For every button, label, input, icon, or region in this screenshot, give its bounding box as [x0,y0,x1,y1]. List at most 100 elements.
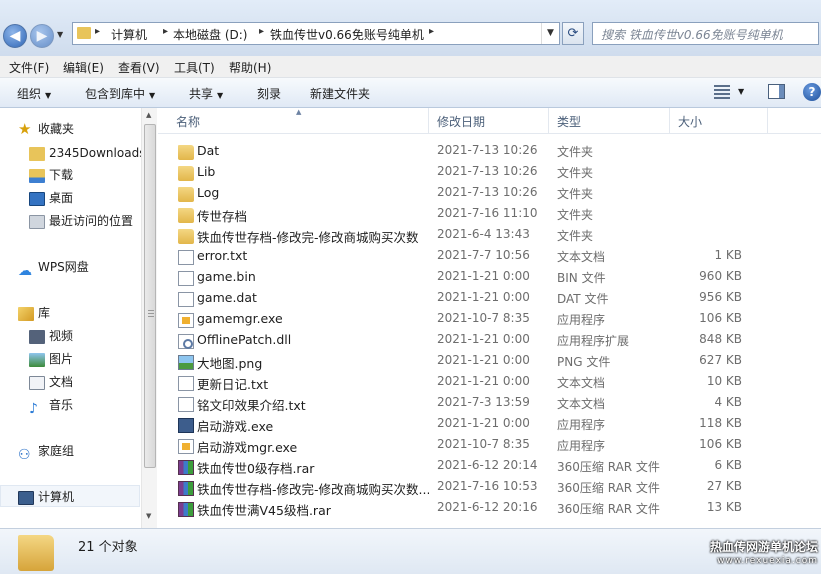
file-type: 文件夹 [557,145,594,159]
chevron-right-icon[interactable]: ▸ [429,26,434,37]
file-list: ▲ 名称 修改日期 类型 大小 Dat 2021-7-13 10:26 文件夹 Lib… [158,108,821,528]
recent-places-icon [29,214,45,229]
organize-button[interactable]: 组织 ▼ [17,85,51,102]
chevron-right-icon[interactable]: ▸ [95,26,100,37]
menu-file[interactable]: 文件(F) [9,59,49,76]
scroll-up-arrow[interactable]: ▲ [146,111,151,119]
star-icon: ★ [18,119,32,138]
new-folder-button[interactable]: 新建文件夹 [310,85,370,102]
burn-button[interactable]: 刻录 [257,85,281,102]
menu-tools[interactable]: 工具(T) [174,59,215,76]
nav-item-recent[interactable]: 最近访问的位置 [29,211,133,231]
chevron-right-icon[interactable]: ▸ [163,26,168,37]
file-row[interactable]: 启动游戏mgr.exe 2021-10-7 8:35 应用程序 106 KB [166,436,766,457]
file-row[interactable]: Log 2021-7-13 10:26 文件夹 [166,184,766,205]
nav-wps-drive[interactable]: ☁ WPS网盘 [18,257,89,279]
column-name[interactable]: 名称 [168,108,429,134]
refresh-button[interactable]: ⟳ [562,22,584,45]
file-date: 2021-7-13 10:26 [437,164,538,178]
nav-libraries[interactable]: 库 [18,303,50,323]
file-size: 848 KB [699,332,742,346]
scrollbar-thumb[interactable] [144,124,156,468]
file-type: 360压缩 RAR 文件 [557,502,660,516]
menu-view[interactable]: 查看(V) [118,59,160,76]
nav-label: 下载 [49,168,74,182]
file-size: 627 KB [699,353,742,367]
file-row[interactable]: 启动游戏.exe 2021-1-21 0:00 应用程序 118 KB [166,415,766,436]
column-type[interactable]: 类型 [549,108,670,134]
nav-homegroup[interactable]: ⚇ 家庭组 [18,441,74,463]
folder-icon [178,229,194,244]
breadcrumb-folder[interactable]: 铁血传世v0.66免账号纯单机 [270,26,424,43]
file-row[interactable]: error.txt 2021-7-7 10:56 文本文档 1 KB [166,247,766,268]
file-row[interactable]: 铁血传世存档-修改完-修改商城购买次数 2021-6-4 13:43 文件夹 [166,226,766,247]
file-size: 6 KB [714,458,742,472]
file-row[interactable]: gamemgr.exe 2021-10-7 8:35 应用程序 106 KB [166,310,766,331]
menu-help[interactable]: 帮助(H) [229,59,271,76]
file-row[interactable]: 铁血传世0级存档.rar 2021-6-12 20:14 360压缩 RAR 文件 6… [166,457,766,478]
chevron-right-icon[interactable]: ▸ [259,26,264,37]
file-type: 应用程序 [557,439,606,453]
nav-item-2345downloads[interactable]: 2345Downloads [29,143,145,163]
nav-item-pictures[interactable]: 图片 [29,349,73,369]
file-row[interactable]: Dat 2021-7-13 10:26 文件夹 [166,142,766,163]
include-in-library-button[interactable]: 包含到库中 ▼ [85,85,155,102]
preview-pane-icon[interactable] [768,84,785,99]
nav-label: 桌面 [49,191,74,205]
nav-label: 图片 [49,352,74,366]
column-size[interactable]: 大小 [670,108,768,134]
nav-label: 库 [38,306,51,320]
file-row[interactable]: 铁血传世存档-修改完-修改商城购买次数... 2021-7-16 10:53 360… [166,478,766,499]
address-field[interactable]: ▸ 计算机 ▸ 本地磁盘 (D:) ▸ 铁血传世v0.66免账号纯单机 ▸ ▼ [72,22,560,45]
view-options-icon[interactable] [714,85,730,99]
nav-scrollbar[interactable]: ▲ ▼ [141,108,157,528]
nav-item-documents[interactable]: 文档 [29,372,73,392]
file-row[interactable]: 大地图.png 2021-1-21 0:00 PNG 文件 627 KB [166,352,766,373]
search-input[interactable]: 搜索 铁血传世v0.66免账号纯单机 [592,22,819,45]
file-type: 文本文档 [557,250,606,264]
file-row[interactable]: 传世存档 2021-7-16 11:10 文件夹 [166,205,766,226]
file-row[interactable]: OfflinePatch.dll 2021-1-21 0:00 应用程序扩展 848 … [166,331,766,352]
file-name: Log [197,185,220,200]
address-history-dropdown[interactable]: ▼ [541,23,559,44]
back-button[interactable]: ◀ [3,24,27,48]
nav-computer[interactable]: 计算机 [18,487,74,507]
nav-item-desktop[interactable]: 桌面 [29,188,73,208]
file-row[interactable]: 铁血传世满V45级档.rar 2021-6-12 20:16 360压缩 RAR 文… [166,499,766,520]
file-name: game.dat [197,290,257,305]
file-size: 106 KB [699,437,742,451]
share-button[interactable]: 共享 ▼ [189,85,223,102]
recent-pages-dropdown[interactable]: ▼ [57,30,69,42]
file-size: 10 KB [706,374,742,388]
help-icon[interactable]: ? [803,83,821,101]
file-row[interactable]: game.bin 2021-1-21 0:00 BIN 文件 960 KB [166,268,766,289]
scroll-down-arrow[interactable]: ▼ [146,512,151,520]
file-date: 2021-1-21 0:00 [437,416,530,430]
picture-icon [29,352,45,367]
file-row[interactable]: 更新日记.txt 2021-1-21 0:00 文本文档 10 KB [166,373,766,394]
nav-item-music[interactable]: ♪ 音乐 [29,395,73,417]
file-row[interactable]: 铭文印效果介绍.txt 2021-7-3 13:59 文本文档 4 KB [166,394,766,415]
nav-label: 计算机 [38,490,75,504]
homegroup-icon: ⚇ [18,446,31,463]
nav-item-videos[interactable]: 视频 [29,326,73,346]
column-date-modified[interactable]: 修改日期 [429,108,549,134]
file-date: 2021-1-21 0:00 [437,332,530,346]
forward-button[interactable]: ▶ [30,24,54,48]
file-row[interactable]: Lib 2021-7-13 10:26 文件夹 [166,163,766,184]
nav-item-downloads[interactable]: 下载 [29,165,73,185]
breadcrumb-computer[interactable]: 计算机 [111,26,147,43]
status-bar: 21 个对象 热血传网游单机论坛 www.rexuexia.com [0,528,821,574]
file-date: 2021-1-21 0:00 [437,290,530,304]
desktop-icon [29,191,45,206]
menu-bar: 文件(F) 编辑(E) 查看(V) 工具(T) 帮助(H) [0,56,821,78]
breadcrumb-drive[interactable]: 本地磁盘 (D:) [173,26,247,43]
file-name: 传世存档 [197,209,248,224]
file-name: error.txt [197,248,248,263]
menu-edit[interactable]: 编辑(E) [63,59,104,76]
file-row[interactable]: game.dat 2021-1-21 0:00 DAT 文件 956 KB [166,289,766,310]
chevron-down-icon[interactable]: ▼ [738,87,744,96]
nav-favorites[interactable]: ★ 收藏夹 [18,119,74,139]
file-type: 应用程序 [557,313,606,327]
rar-icon [178,481,194,496]
